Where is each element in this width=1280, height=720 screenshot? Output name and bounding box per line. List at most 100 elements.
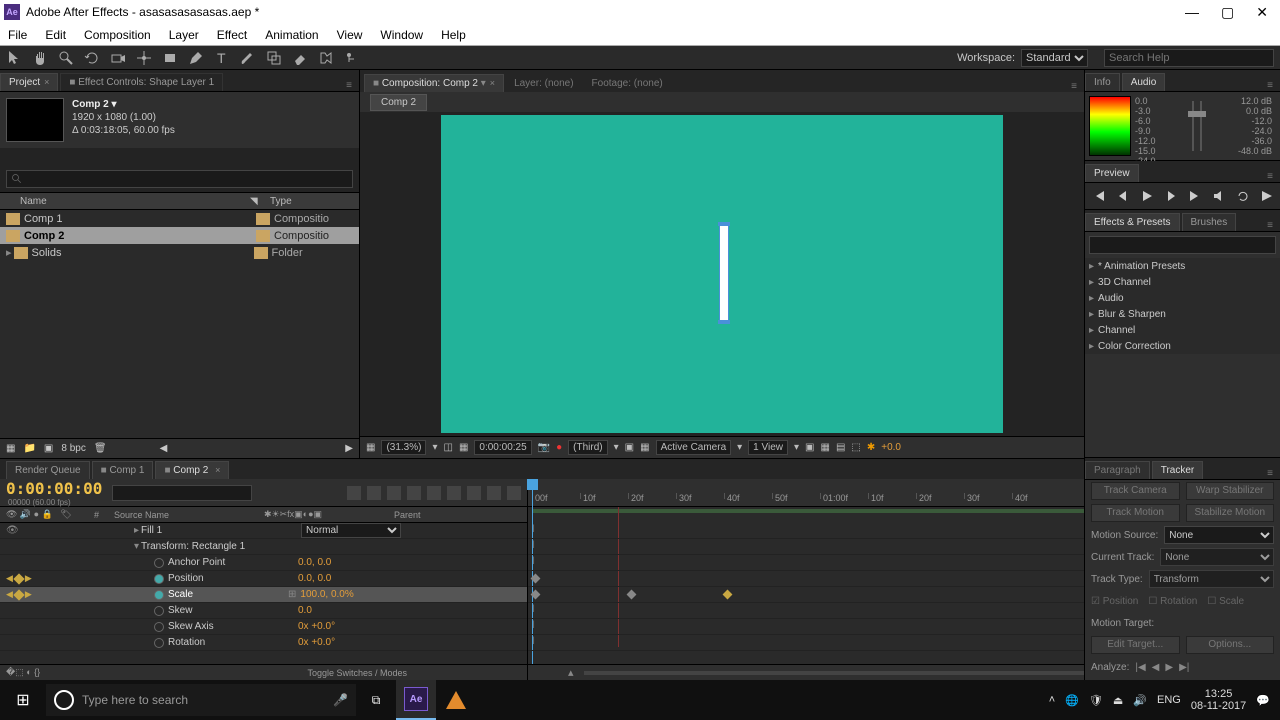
edit-target-button[interactable]: Edit Target... [1091,636,1180,654]
delete-icon[interactable]: 🗑 [94,443,107,454]
zoom-select[interactable]: (31.3%) [381,440,426,455]
panel-menu-icon[interactable]: ≡ [339,80,359,91]
tray-lang[interactable]: ENG [1157,694,1181,706]
prop-skew[interactable]: Skew 0.0 [0,603,527,619]
shape-rectangle[interactable] [719,225,729,321]
clone-tool-icon[interactable] [266,50,282,66]
panel-menu-icon[interactable]: ≡ [1064,81,1084,92]
draft3d-icon[interactable] [367,486,381,500]
rect-tool-icon[interactable] [162,50,178,66]
blend-mode-select[interactable]: Normal [301,523,401,538]
tray-safely-remove-icon[interactable]: ⏏ [1113,694,1123,707]
taskbar-app-ae[interactable]: Ae [396,680,436,720]
menu-effect[interactable]: Effect [217,28,247,42]
next-frame-icon[interactable] [1164,189,1178,203]
exposure-reset-icon[interactable]: ✱ [867,442,875,453]
brainstorm-icon[interactable] [447,486,461,500]
pen-tool-icon[interactable] [188,50,204,66]
transparency-icon[interactable]: ▦ [459,442,468,453]
project-item-comp1[interactable]: Comp 1 Compositio [0,210,359,227]
tray-defender-icon[interactable]: 🛡 [1089,694,1103,707]
workspace-select[interactable]: Standard [1021,49,1088,67]
keyframe-nav-icon[interactable] [13,573,24,584]
analyze-back-icon[interactable]: |◀ [1135,662,1145,673]
fast-preview-icon[interactable]: ▦ [821,442,830,453]
region-icon[interactable]: ▣ [625,442,634,453]
menu-file[interactable]: File [8,28,27,42]
loop-icon[interactable] [1236,189,1250,203]
camera-select[interactable]: Active Camera [656,440,732,455]
comp-canvas[interactable] [441,115,1003,433]
close-button[interactable]: ✕ [1256,4,1268,21]
guides-icon[interactable]: ▦ [640,442,649,453]
comp-mini-flowchart-icon[interactable] [347,486,361,500]
effects-search[interactable] [1089,236,1276,254]
menu-animation[interactable]: Animation [265,28,318,42]
start-button[interactable]: ⊞ [0,680,46,720]
menu-help[interactable]: Help [441,28,466,42]
exposure-value[interactable]: +0.0 [881,442,901,453]
menu-view[interactable]: View [337,28,363,42]
tray-volume-icon[interactable]: 🔊 [1133,694,1147,707]
effect-category[interactable]: ▸Blur & Sharpen [1085,306,1280,322]
tab-project[interactable]: Project× [0,73,58,91]
text-tool-icon[interactable]: T [214,50,230,66]
stabilize-motion-button[interactable]: Stabilize Motion [1186,504,1275,522]
prop-anchor[interactable]: Anchor Point 0.0, 0.0 [0,555,527,571]
tray-chevron-icon[interactable]: ˄ [1049,694,1055,706]
effect-category[interactable]: ▸3D Channel [1085,274,1280,290]
analyze-step-fwd-icon[interactable]: ▶ [1165,662,1173,673]
menu-window[interactable]: Window [380,28,423,42]
project-columns[interactable]: Name ◥ Type [0,192,359,210]
roto-tool-icon[interactable] [318,50,334,66]
tab-render-queue[interactable]: Render Queue [6,461,90,479]
analyze-step-back-icon[interactable]: ◀ [1152,662,1160,673]
tab-composition[interactable]: ■ Composition: Comp 2 ▾× [364,74,504,92]
keyframe-icon[interactable] [531,590,541,600]
track-type-select[interactable]: Transform [1149,570,1274,588]
minimize-button[interactable]: — [1185,4,1199,21]
tab-effects-presets[interactable]: Effects & Presets [1085,213,1180,231]
timeline-search[interactable] [112,485,252,501]
options-button[interactable]: Options... [1186,636,1275,654]
effect-category[interactable]: ▸Channel [1085,322,1280,338]
new-folder-icon[interactable]: 📁 [23,443,35,454]
stopwatch-icon[interactable] [154,590,164,600]
graph-icon[interactable] [507,486,521,500]
menu-bar[interactable]: File Edit Composition Layer Effect Anima… [0,24,1280,46]
hand-tool-icon[interactable] [32,50,48,66]
graph-editor-icon[interactable] [467,486,481,500]
prop-scale[interactable]: ◀▶ Scale ⊞ 100.0, 0.0% [0,587,527,603]
mute-icon[interactable] [1212,189,1226,203]
comp-thumbnail[interactable] [6,98,64,142]
keyframe-nav-icon[interactable] [13,589,24,600]
keyframe-icon[interactable] [723,590,733,600]
panel-menu-icon[interactable]: ≡ [1260,171,1280,182]
camera-tool-icon[interactable] [110,50,126,66]
project-item-comp2[interactable]: Comp 2 Compositio [0,227,359,244]
shy-icon[interactable] [387,486,401,500]
effect-category[interactable]: ▸Audio [1085,290,1280,306]
menu-edit[interactable]: Edit [45,28,66,42]
panel-menu-icon[interactable]: ≡ [1260,468,1280,479]
puppet-tool-icon[interactable] [344,50,360,66]
stopwatch-icon[interactable] [154,638,164,648]
effect-category[interactable]: ▸* Animation Presets [1085,258,1280,274]
first-frame-icon[interactable] [1092,189,1106,203]
ram-preview-icon[interactable] [1260,189,1274,203]
selection-tool-icon[interactable] [6,50,22,66]
timeline-columns[interactable]: 👁 🔊 ● 🔒 🏷 # Source Name ✱☀✂fx▣◐●▣ Parent [0,507,527,523]
auto-keyframe-icon[interactable] [487,486,501,500]
interpret-icon[interactable]: ▦ [6,443,15,454]
zoom-tool-icon[interactable] [58,50,74,66]
tray-globe-icon[interactable]: 🌐 [1065,694,1079,707]
mic-icon[interactable]: 🎤 [333,693,348,707]
tab-preview[interactable]: Preview [1085,164,1139,182]
stopwatch-icon[interactable] [154,558,164,568]
flowchart-icon[interactable]: ⬚ [851,442,860,453]
tray-time[interactable]: 13:25 [1191,688,1246,700]
prop-position[interactable]: ◀▶ Position 0.0, 0.0 [0,571,527,587]
layer-fill[interactable]: 👁 ▸ Fill 1 Normal [0,523,527,539]
tab-effect-controls[interactable]: ■ Effect Controls: Shape Layer 1 [60,73,223,91]
prop-rotation[interactable]: Rotation 0x +0.0° [0,635,527,651]
